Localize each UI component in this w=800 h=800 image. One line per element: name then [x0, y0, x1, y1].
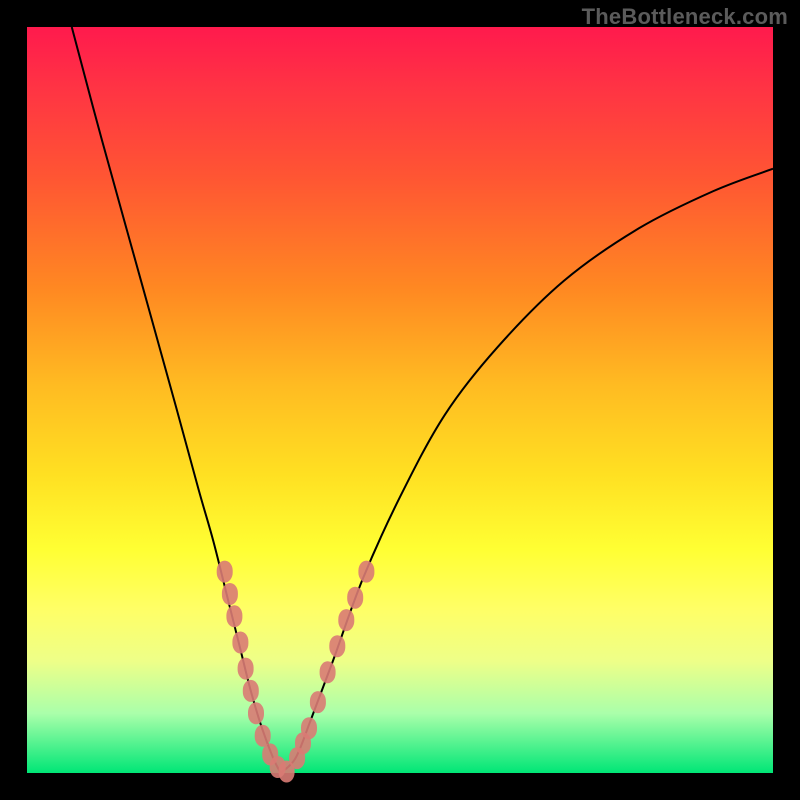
plot-area — [27, 27, 773, 773]
marker-bead — [243, 680, 259, 702]
marker-bead — [329, 635, 345, 657]
curve-layer — [27, 27, 773, 773]
marker-bead — [217, 561, 233, 583]
marker-bead — [232, 632, 248, 654]
marker-bead — [358, 561, 374, 583]
marker-bead — [338, 609, 354, 631]
marker-bead — [248, 702, 264, 724]
marker-bead — [310, 691, 326, 713]
marker-bead — [320, 661, 336, 683]
curve-right-branch — [281, 169, 773, 773]
marker-bead — [347, 587, 363, 609]
marker-cluster-left — [217, 561, 295, 783]
marker-bead — [301, 717, 317, 739]
marker-bead — [226, 605, 242, 627]
chart-frame: TheBottleneck.com — [0, 0, 800, 800]
marker-bead — [255, 725, 271, 747]
marker-bead — [238, 658, 254, 680]
marker-bead — [222, 583, 238, 605]
marker-cluster-right — [289, 561, 374, 770]
watermark-text: TheBottleneck.com — [582, 4, 788, 30]
